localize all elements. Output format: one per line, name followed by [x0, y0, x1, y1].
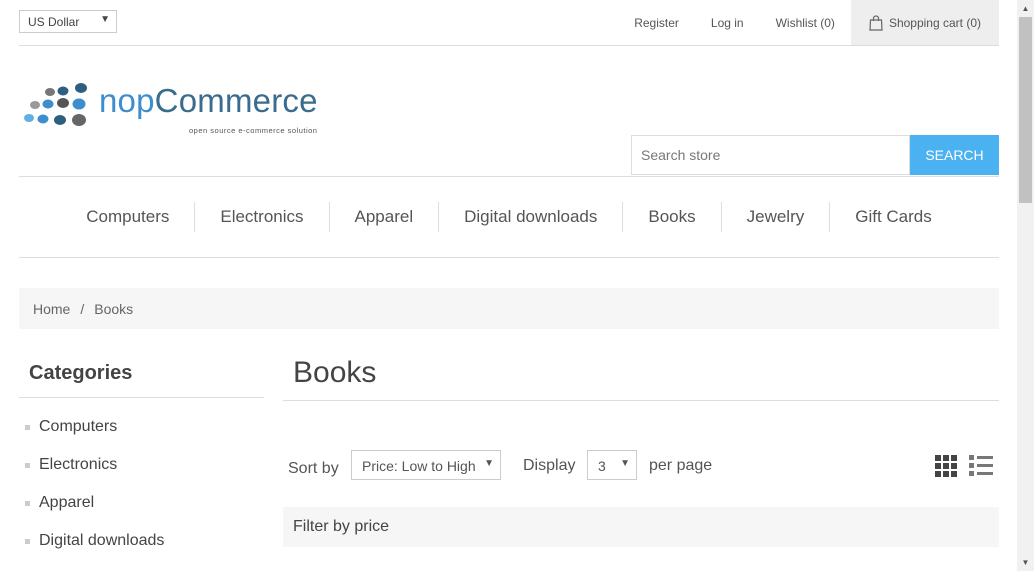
menu-item-apparel[interactable]: Apparel [328, 202, 439, 232]
breadcrumb-separator: / [80, 300, 85, 317]
top-menu: Computers Electronics Apparel Digital do… [19, 177, 999, 258]
page-size-select[interactable]: 3 ▼ [587, 450, 637, 480]
filter-title: Filter by price [293, 518, 390, 535]
menu-item-books[interactable]: Books [622, 202, 720, 232]
header-links-bar: US Dollar ▼ Register Log in Wishlist (0)… [19, 0, 999, 46]
grid-view-icon[interactable] [935, 455, 957, 477]
shopping-cart-link[interactable]: Shopping cart (0) [850, 0, 999, 45]
register-link[interactable]: Register [634, 16, 679, 30]
category-item-electronics[interactable]: Electronics [19, 446, 264, 484]
main-content: Books Sort by Price: Low to High ▼ Displ… [283, 350, 999, 547]
menu-item-electronics[interactable]: Electronics [194, 202, 328, 232]
search-button[interactable]: SEARCH [910, 135, 999, 175]
nopcommerce-logo[interactable]: nopCommerce open source e-commerce solut… [23, 82, 333, 137]
sort-by-value: Price: Low to High [362, 458, 476, 474]
scroll-up-icon[interactable]: ▲ [1017, 0, 1034, 17]
dropdown-arrow-icon: ▼ [484, 458, 494, 469]
header-links: Register Log in Wishlist (0) Shopping ca… [602, 0, 999, 45]
menu-item-computers[interactable]: Computers [61, 202, 194, 232]
bullet-icon [25, 424, 30, 430]
sort-by-label: Sort by [288, 460, 339, 477]
header-main: nopCommerce open source e-commerce solut… [19, 46, 999, 177]
menu-item-digital-downloads[interactable]: Digital downloads [438, 202, 622, 232]
categories-title: Categories [19, 350, 264, 398]
per-page-label: per page [649, 457, 713, 474]
sidebar-categories: Categories Computers Electronics Apparel… [19, 350, 264, 560]
search-box: SEARCH [631, 135, 999, 175]
category-item-computers[interactable]: Computers [19, 408, 264, 446]
bullet-icon [25, 462, 30, 468]
category-item-digital-downloads[interactable]: Digital downloads [19, 522, 264, 560]
vertical-scrollbar[interactable]: ▲ ▼ [1017, 0, 1034, 571]
shopping-cart-label: Shopping cart (0) [888, 15, 981, 30]
categories-list: Computers Electronics Apparel Digital do… [19, 398, 264, 560]
dropdown-arrow-icon: ▼ [100, 14, 110, 25]
currency-selector[interactable]: US Dollar ▼ [19, 10, 117, 33]
sort-by-select[interactable]: Price: Low to High ▼ [351, 450, 501, 480]
page-title: Books [283, 350, 999, 401]
category-item-apparel[interactable]: Apparel [19, 484, 264, 522]
wishlist-link[interactable]: Wishlist (0) [776, 16, 835, 30]
category-label: Digital downloads [39, 532, 165, 549]
bullet-icon [25, 538, 30, 544]
logo-dots-icon [24, 83, 87, 126]
product-selectors: Sort by Price: Low to High ▼ Display 3 ▼… [283, 450, 999, 490]
breadcrumb: Home / Books [19, 288, 999, 329]
search-input[interactable] [631, 135, 910, 175]
page-size-value: 3 [598, 458, 606, 474]
list-view-icon[interactable] [969, 455, 993, 477]
currency-value: US Dollar [28, 15, 80, 29]
menu-item-gift-cards[interactable]: Gift Cards [829, 202, 957, 232]
page: US Dollar ▼ Register Log in Wishlist (0)… [19, 0, 999, 549]
menu-item-jewelry[interactable]: Jewelry [720, 202, 830, 232]
logo-tagline: open source e-commerce solution [189, 126, 318, 135]
category-label: Apparel [39, 494, 95, 511]
bullet-icon [25, 500, 30, 506]
shopping-bag-icon [869, 14, 883, 31]
dropdown-arrow-icon: ▼ [620, 458, 630, 469]
scroll-down-icon[interactable]: ▼ [1017, 554, 1034, 571]
filter-by-price[interactable]: Filter by price [283, 507, 999, 547]
breadcrumb-home-link[interactable]: Home [33, 301, 70, 317]
logo-prefix: nop [99, 82, 155, 119]
scrollbar-thumb[interactable] [1019, 17, 1032, 203]
breadcrumb-current: Books [94, 300, 134, 317]
logo-wordmark: nopCommerce [99, 82, 318, 120]
category-label: Computers [39, 418, 118, 435]
logo-suffix: Commerce [154, 82, 318, 119]
login-link[interactable]: Log in [711, 16, 744, 30]
display-label: Display [523, 457, 576, 474]
category-label: Electronics [39, 456, 118, 473]
